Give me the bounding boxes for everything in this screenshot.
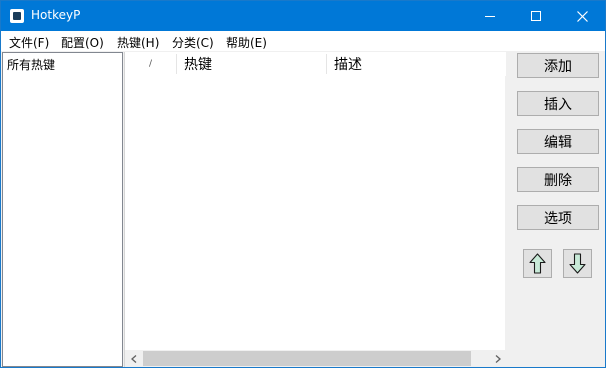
list-header: / 热键 描述	[125, 52, 506, 76]
tree-item-all-hotkeys[interactable]: 所有热键	[6, 56, 56, 73]
add-button[interactable]: 添加	[517, 53, 599, 78]
menu-hotkey[interactable]: 热键(H)	[117, 34, 159, 51]
menu-category[interactable]: 分类(C)	[172, 34, 214, 51]
minimize-icon	[485, 15, 495, 17]
arrow-down-icon	[569, 253, 586, 274]
horizontal-scrollbar[interactable]	[125, 350, 506, 367]
column-header-description[interactable]: 描述	[327, 52, 506, 76]
maximize-button[interactable]	[513, 1, 559, 31]
hotkey-list[interactable]: / 热键 描述	[124, 52, 506, 367]
scrollbar-thumb[interactable]	[143, 351, 471, 366]
menu-help[interactable]: 帮助(E)	[226, 34, 267, 51]
chevron-left-icon	[130, 354, 136, 363]
maximize-icon	[531, 11, 541, 21]
chevron-right-icon	[495, 354, 501, 363]
move-up-button[interactable]	[523, 249, 552, 278]
insert-button[interactable]: 插入	[517, 91, 599, 116]
scroll-left-button[interactable]	[125, 350, 142, 367]
window-title: HotkeyP	[31, 8, 81, 22]
title-bar[interactable]: HotkeyP	[1, 1, 605, 31]
edit-button[interactable]: 编辑	[517, 129, 599, 154]
minimize-button[interactable]	[467, 1, 513, 31]
delete-button[interactable]: 删除	[517, 167, 599, 192]
close-icon	[576, 10, 588, 22]
options-button[interactable]: 选项	[517, 205, 599, 230]
arrow-up-icon	[529, 253, 546, 274]
column-header-hotkey[interactable]: 热键	[177, 52, 326, 76]
menu-bar: 文件(F) 配置(O) 热键(H) 分类(C) 帮助(E)	[1, 31, 605, 51]
close-button[interactable]	[559, 1, 605, 31]
column-header-check[interactable]: /	[125, 52, 176, 76]
move-down-button[interactable]	[563, 249, 592, 278]
menu-config[interactable]: 配置(O)	[61, 34, 104, 51]
scroll-right-button[interactable]	[489, 350, 506, 367]
app-icon	[10, 9, 24, 23]
app-window: HotkeyP 文件(F) 配置(O) 热键(H) 分类(C) 帮助(E) 所有…	[0, 0, 606, 368]
category-tree[interactable]: 所有热键	[2, 52, 123, 367]
menu-file[interactable]: 文件(F)	[9, 34, 49, 51]
